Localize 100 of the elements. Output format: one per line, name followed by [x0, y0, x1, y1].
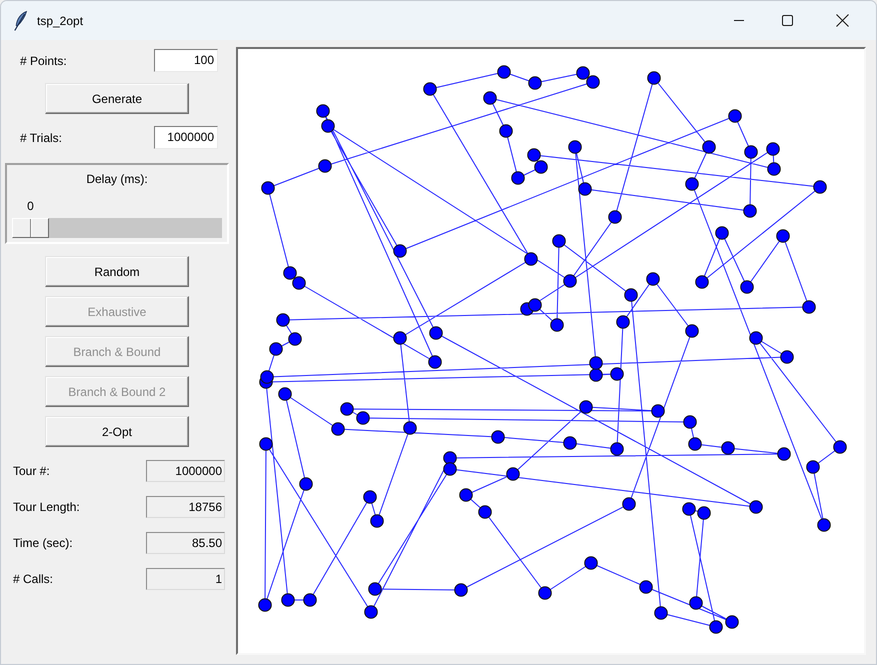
slider-thumb[interactable]	[12, 218, 49, 238]
tour-point	[368, 582, 382, 596]
tour-point	[776, 229, 790, 243]
stat-field: 1000000	[146, 460, 225, 482]
stat-label: Tour #:	[13, 464, 50, 478]
feather-icon	[14, 10, 27, 30]
tour-point	[683, 415, 697, 429]
tour-point	[259, 437, 273, 451]
tour-point	[702, 140, 716, 154]
tour-point	[299, 477, 313, 491]
tour-point	[443, 462, 457, 476]
tour-point	[685, 324, 699, 338]
tour-point	[258, 598, 272, 612]
tour-point	[767, 162, 781, 176]
tour-point	[552, 234, 566, 248]
tour-point	[646, 272, 660, 286]
tour-point	[429, 326, 443, 340]
stat-field: 18756	[146, 496, 225, 518]
stat-field: 1	[146, 568, 225, 590]
window-title: tsp_2opt	[37, 14, 84, 28]
tour-point	[622, 497, 636, 511]
tour-point	[356, 411, 370, 425]
tour-point	[364, 605, 378, 619]
tour-point	[563, 436, 577, 450]
tour-point	[423, 82, 437, 96]
tour-point	[363, 490, 377, 504]
tour-point	[506, 467, 520, 481]
tour-point	[276, 313, 290, 327]
tour-point	[616, 315, 630, 329]
tour-point	[744, 145, 758, 159]
close-icon[interactable]	[836, 14, 849, 27]
tour-point	[550, 318, 564, 332]
tour-point	[806, 460, 820, 474]
tour-point	[303, 593, 317, 607]
generate-button[interactable]: Generate	[45, 83, 189, 114]
tour-point	[321, 119, 335, 133]
tour-point	[685, 177, 699, 191]
tour-point	[340, 402, 354, 416]
tour-point	[589, 356, 603, 370]
tour-point	[483, 91, 497, 105]
tour-point	[728, 109, 742, 123]
tour-point	[288, 332, 302, 346]
tour-point	[528, 76, 542, 90]
solver-button[interactable]: Random	[45, 256, 189, 287]
tour-point	[688, 437, 702, 451]
tour-point	[428, 355, 442, 369]
tour-point	[743, 204, 757, 218]
tour-point	[766, 142, 780, 156]
stat-field: 85.50	[146, 532, 225, 554]
tour-point	[524, 252, 538, 266]
maximize-icon[interactable]	[782, 15, 793, 26]
tour-point	[278, 387, 292, 401]
tour-point	[651, 404, 665, 418]
tour-point	[695, 275, 709, 289]
tour-point	[579, 400, 593, 414]
tour-point	[610, 442, 624, 456]
tour-point	[608, 210, 622, 224]
tour-point	[639, 580, 653, 594]
tour-point	[833, 440, 847, 454]
tour-point	[316, 104, 330, 118]
tour-point	[534, 160, 548, 174]
delay-label: Delay (ms):	[86, 172, 148, 187]
delay-slider-track[interactable]	[12, 218, 222, 238]
tour-point	[740, 280, 754, 294]
tour-point	[813, 180, 827, 194]
tour-point	[689, 596, 703, 610]
points-field[interactable]: 100	[154, 49, 218, 72]
tour-point	[563, 274, 577, 288]
tour-point	[318, 159, 332, 173]
trials-field[interactable]: 1000000	[154, 126, 218, 149]
tour-point	[725, 615, 739, 629]
tour-point	[586, 75, 600, 89]
tour-point	[491, 430, 505, 444]
tour-point	[817, 518, 831, 532]
tour-point	[538, 586, 552, 600]
tour-point	[780, 350, 794, 364]
tour-point	[610, 367, 624, 381]
points-label: # Points:	[20, 54, 67, 68]
tour-point	[478, 505, 492, 519]
tour-point	[283, 266, 297, 280]
stat-label: Time (sec):	[13, 536, 73, 550]
stat-label: Tour Length:	[13, 500, 80, 514]
solver-button[interactable]: 2-Opt	[45, 416, 189, 447]
delay-value: 0	[27, 199, 34, 214]
tour-point	[393, 331, 407, 345]
tour-point	[528, 298, 542, 312]
tour-point	[749, 331, 763, 345]
tour-point	[281, 593, 295, 607]
tour-point	[802, 300, 816, 314]
tour-point	[647, 71, 661, 85]
tour-point	[497, 65, 511, 79]
tour-point	[260, 370, 274, 384]
tour-point	[459, 488, 473, 502]
tour-point	[370, 514, 384, 528]
tour-point	[403, 421, 417, 435]
tour-point	[261, 181, 275, 195]
stat-label: # Calls:	[13, 572, 54, 586]
tour-point	[715, 226, 729, 240]
tour-point	[527, 148, 541, 162]
tour-point	[589, 368, 603, 382]
